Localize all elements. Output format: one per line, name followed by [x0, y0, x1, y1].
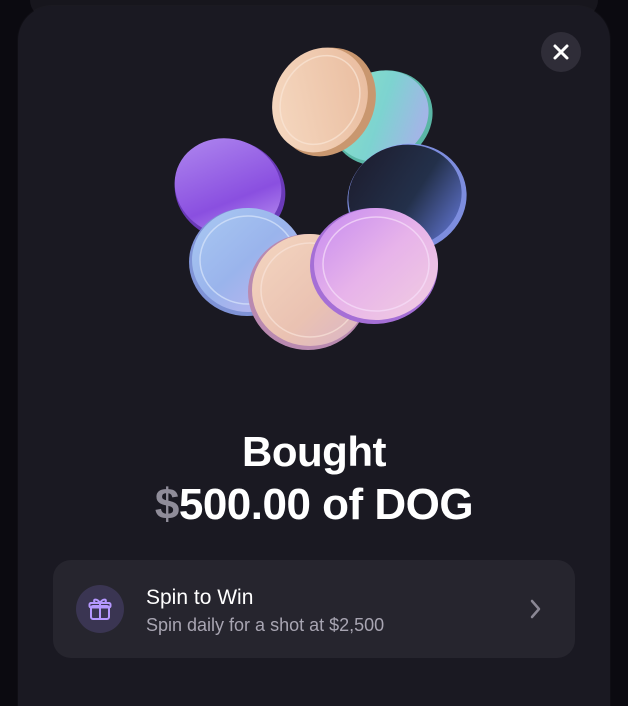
promo-title: Spin to Win: [146, 586, 254, 609]
close-icon: [553, 44, 569, 60]
confirmation-title: Bought: [242, 428, 386, 475]
currency-symbol: $: [154, 480, 179, 529]
spin-to-win-card[interactable]: Spin to Win Spin daily for a shot at $2,…: [53, 560, 575, 658]
gift-icon-badge: [76, 585, 124, 633]
coins-illustration: [174, 47, 467, 350]
gift-icon: [88, 598, 112, 620]
amount-text: 500.00 of DOG: [178, 480, 474, 529]
promo-subtitle: Spin daily for a shot at $2,500: [146, 615, 385, 635]
chevron-right-icon: [530, 599, 541, 619]
coin-pink: [310, 208, 438, 324]
close-button[interactable]: [541, 32, 581, 72]
purchase-amount: $500.00 of DOG: [0, 480, 628, 530]
